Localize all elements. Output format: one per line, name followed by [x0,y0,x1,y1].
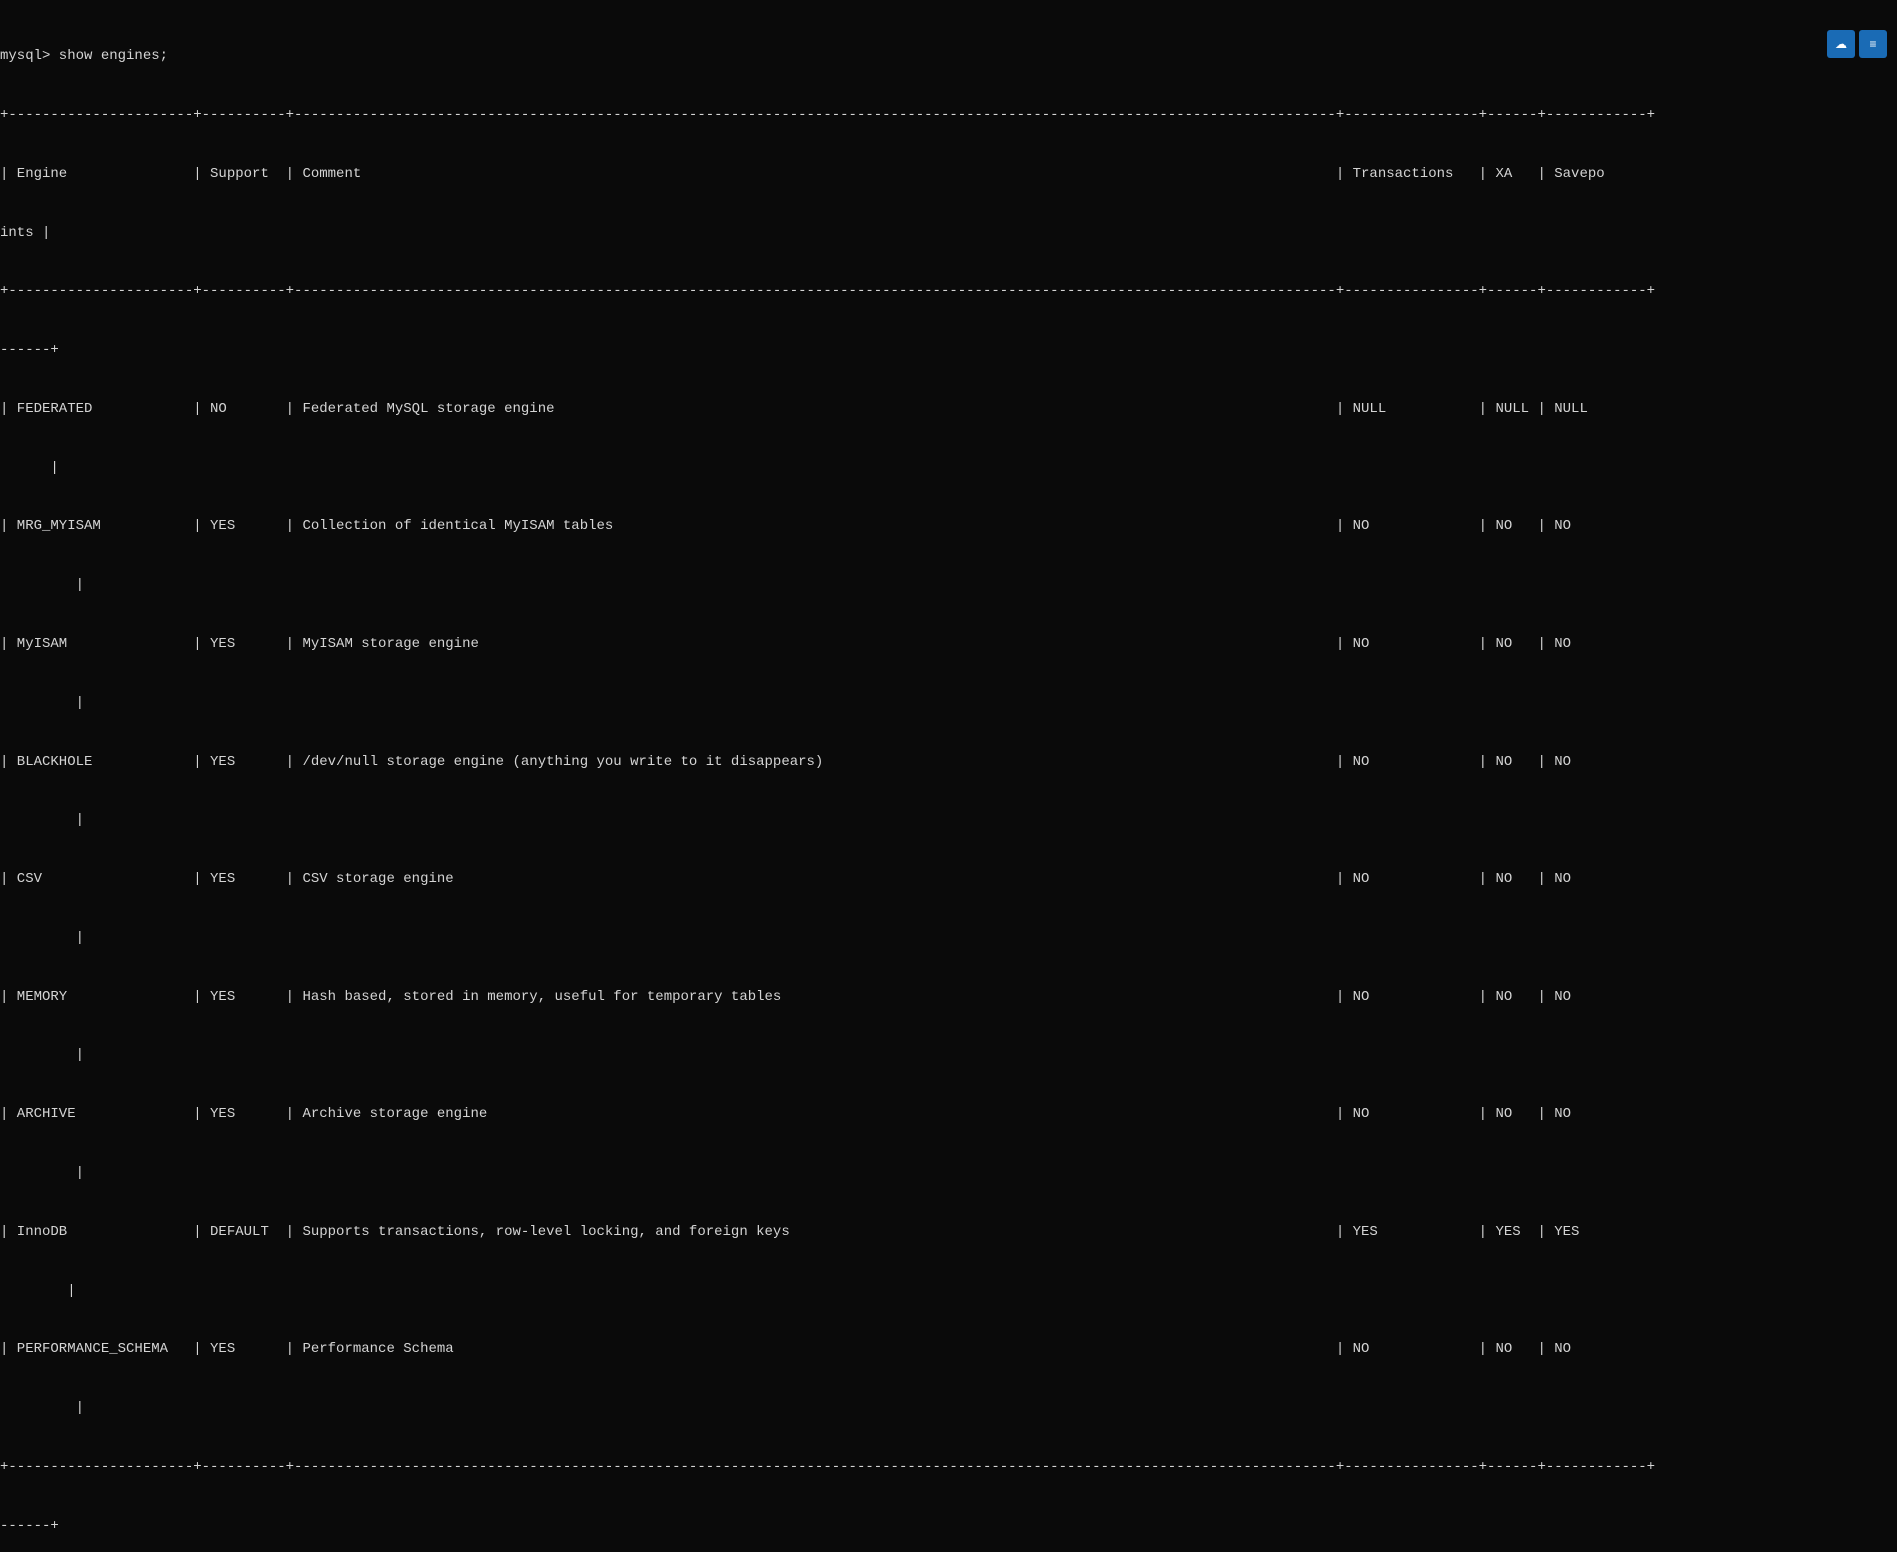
row-perf-schema: | PERFORMANCE_SCHEMA | YES | Performance… [0,1340,1897,1360]
header-row-cont: ints | [0,224,1897,244]
separator-top: +----------------------+----------+-----… [0,106,1897,126]
row-mrg-myisam-cont: | [0,576,1897,596]
row-memory: | MEMORY | YES | Hash based, stored in m… [0,988,1897,1008]
separator-dashes: ------+ [0,341,1897,361]
prompt-line: mysql> show engines; [0,47,1897,67]
row-csv-cont: | [0,929,1897,949]
row-blackhole: | BLACKHOLE | YES | /dev/null storage en… [0,753,1897,773]
row-archive: | ARCHIVE | YES | Archive storage engine… [0,1105,1897,1125]
row-myisam-cont: | [0,694,1897,714]
row-myisam: | MyISAM | YES | MyISAM storage engine |… [0,635,1897,655]
separator-mid: +----------------------+----------+-----… [0,282,1897,302]
row-perf-schema-cont: | [0,1399,1897,1419]
row-memory-cont: | [0,1046,1897,1066]
header-row: | Engine | Support | Comment | Transacti… [0,165,1897,185]
row-innodb: | InnoDB | DEFAULT | Supports transactio… [0,1223,1897,1243]
row-federated: | FEDERATED | NO | Federated MySQL stora… [0,400,1897,420]
separator-bottom-cont: ------+ [0,1517,1897,1537]
row-innodb-cont: | [0,1282,1897,1302]
row-mrg-myisam: | MRG_MYISAM | YES | Collection of ident… [0,517,1897,537]
row-blackhole-cont: | [0,811,1897,831]
menu-button[interactable]: ≡ [1859,30,1887,58]
separator-bottom: +----------------------+----------+-----… [0,1458,1897,1478]
row-csv: | CSV | YES | CSV storage engine | NO | … [0,870,1897,890]
cloud-button[interactable]: ☁ [1827,30,1855,58]
corner-widget: ☁ ≡ [1827,30,1887,58]
row-archive-cont: | [0,1164,1897,1184]
row-federated-cont: | [0,459,1897,479]
terminal-window: mysql> show engines; +------------------… [0,0,1897,1552]
